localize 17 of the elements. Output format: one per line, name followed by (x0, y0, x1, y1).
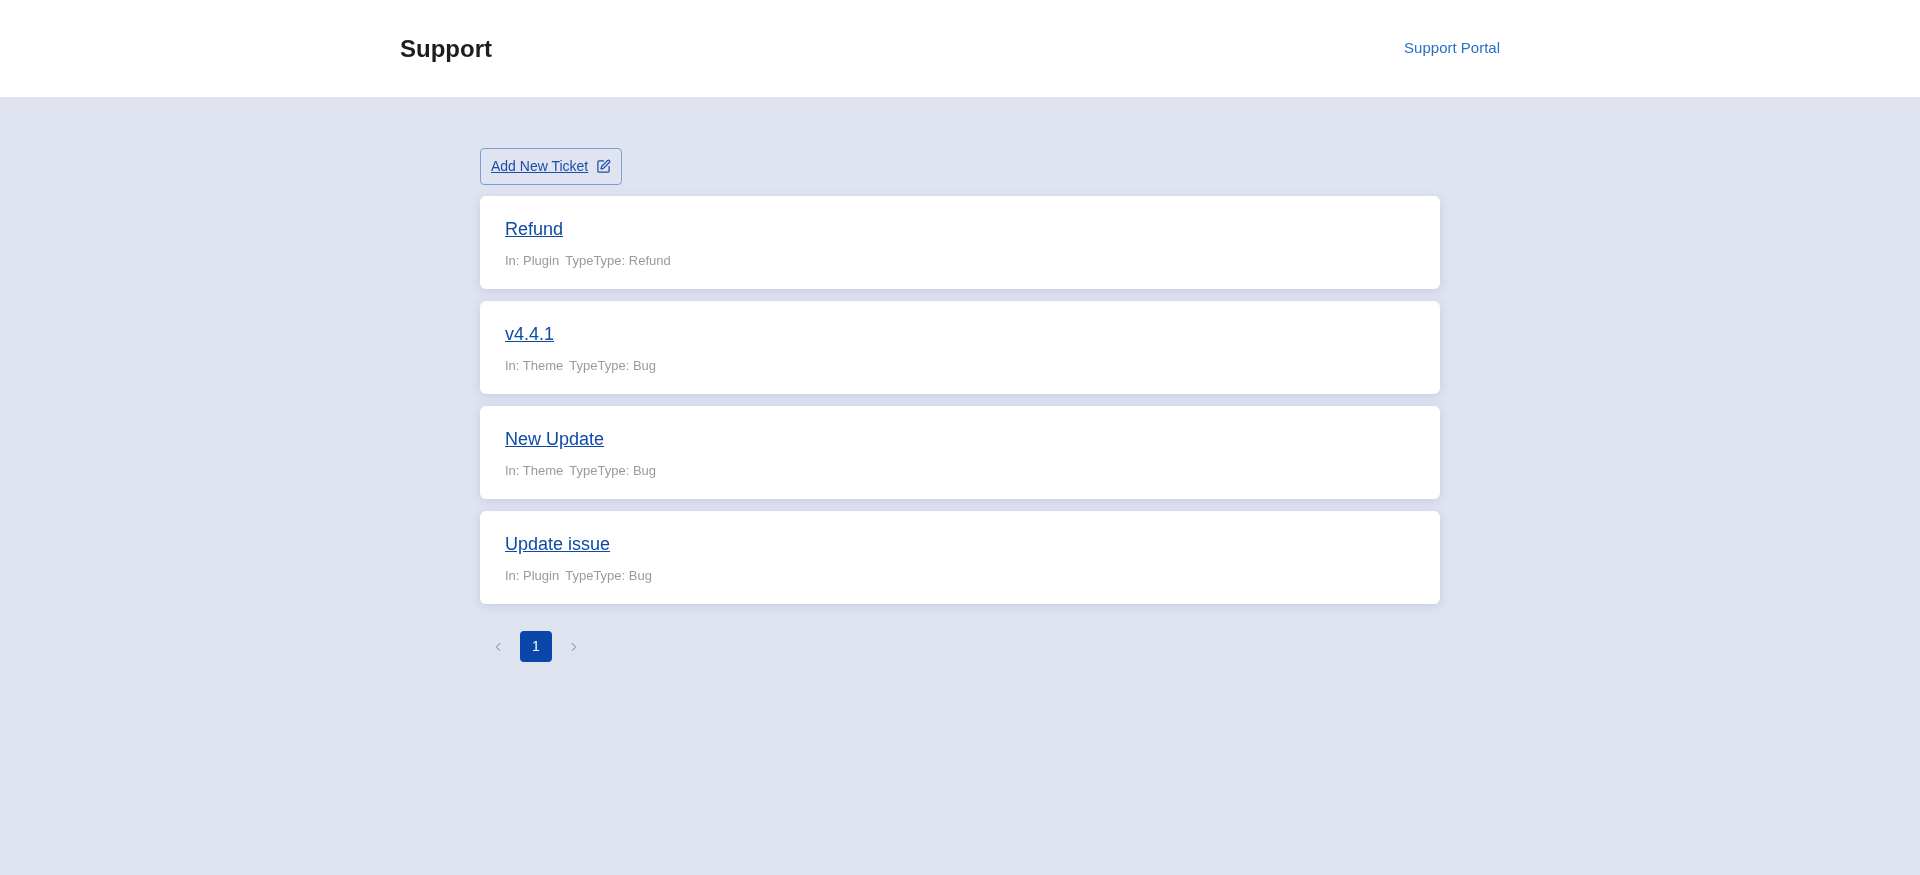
add-new-ticket-button[interactable]: Add New Ticket (480, 148, 623, 185)
ticket-type: TypeType: Bug (569, 462, 657, 480)
ticket-title-link[interactable]: Refund (505, 217, 564, 241)
ticket-category: In: Plugin (505, 252, 560, 270)
edit-icon (596, 159, 612, 174)
support-portal-link[interactable]: Support Portal (1404, 37, 1500, 60)
ticket-type: TypeType: Bug (565, 567, 652, 585)
ticket-category: In: Theme (505, 462, 564, 480)
site-title: Support (400, 33, 492, 64)
page-button[interactable]: 1 (520, 631, 552, 662)
ticket-title-link[interactable]: v4.4.1 (505, 322, 555, 346)
ticket-title-link[interactable]: Update issue (505, 532, 611, 556)
ticket-category: In: Theme (505, 357, 564, 375)
ticket-type: TypeType: Bug (569, 357, 657, 375)
ticket-type: TypeType: Refund (565, 252, 671, 270)
ticket-title-link[interactable]: New Update (505, 427, 605, 451)
ticket-category: In: Plugin (505, 567, 560, 585)
